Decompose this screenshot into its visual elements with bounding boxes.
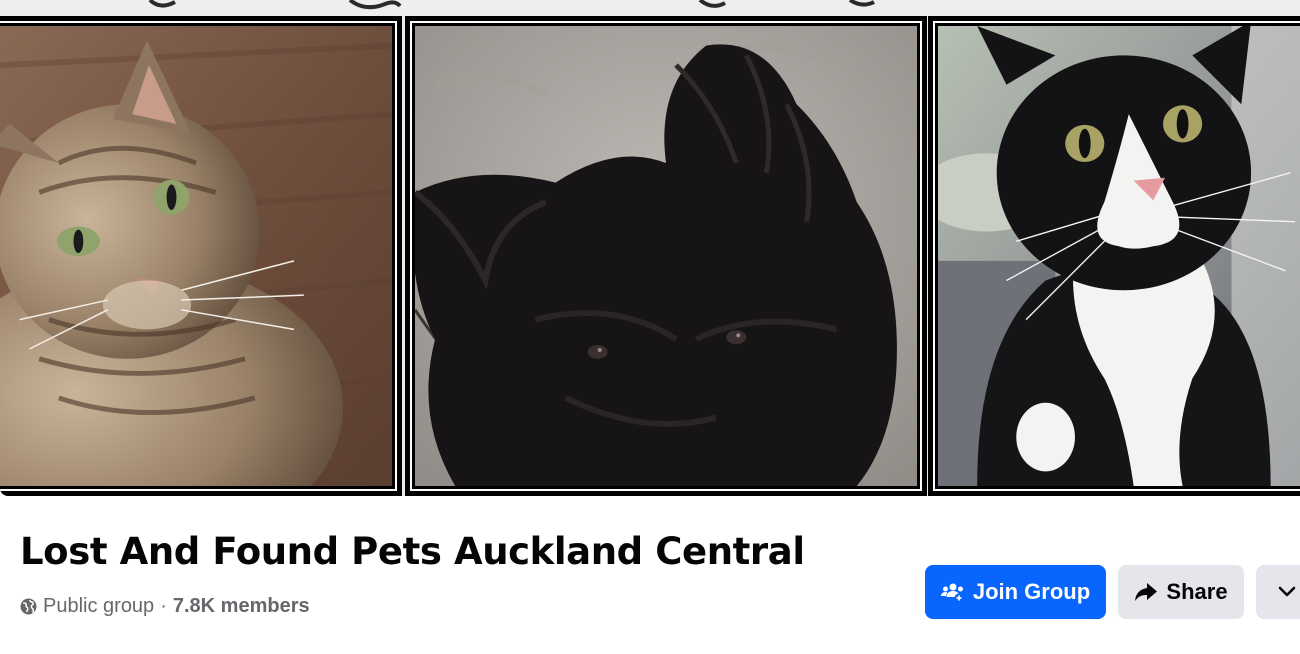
cover-photo-black-dog	[405, 16, 927, 496]
join-group-icon	[940, 581, 965, 603]
group-privacy[interactable]: Public group	[43, 595, 154, 618]
more-options-button[interactable]	[1256, 565, 1300, 619]
chevron-down-icon	[1278, 586, 1296, 598]
meta-separator: ·	[160, 595, 167, 617]
globe-icon	[20, 598, 37, 615]
join-group-button[interactable]: Join Group	[925, 565, 1106, 619]
share-icon	[1134, 581, 1158, 603]
group-title[interactable]: Lost And Found Pets Auckland Central	[20, 530, 805, 573]
cover-top-strip	[0, 0, 1300, 16]
share-button[interactable]: Share	[1118, 565, 1244, 619]
join-group-label: Join Group	[972, 579, 1091, 604]
group-members-count[interactable]: 7.8K members	[173, 595, 310, 618]
cover-photo-tabby-cat	[0, 16, 402, 496]
cover-photo[interactable]	[0, 0, 1300, 496]
group-meta: Public group · 7.8K members	[20, 595, 310, 618]
share-label: Share	[1166, 579, 1228, 604]
cover-photo-tuxedo-cat	[928, 16, 1300, 496]
